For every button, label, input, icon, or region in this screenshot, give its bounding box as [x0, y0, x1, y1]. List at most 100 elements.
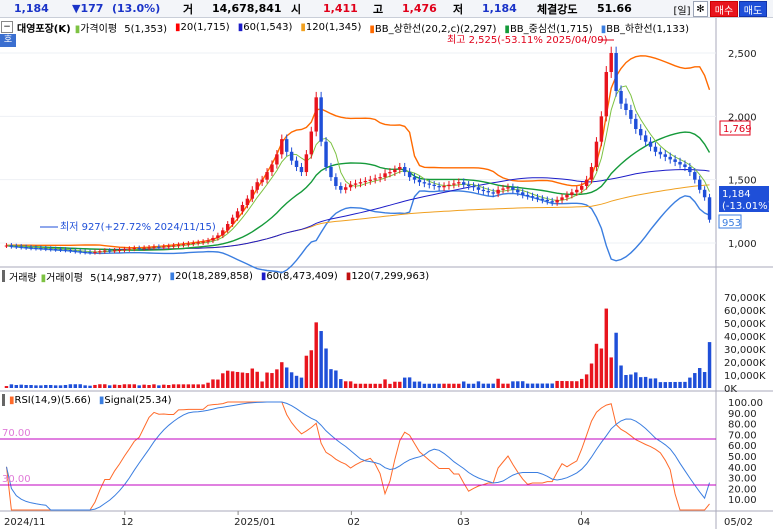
bb-low-tag: 953	[722, 218, 741, 229]
candle-body	[368, 179, 373, 181]
candle-body	[211, 237, 215, 241]
volume-bar	[255, 371, 259, 388]
rsi-level-70-label: 70.00	[2, 428, 31, 439]
candle-body	[137, 248, 141, 250]
volume-bar	[697, 368, 702, 388]
volume-bar	[324, 348, 328, 388]
volume-tick-label: 60,000K	[724, 306, 766, 317]
volume-bar	[196, 384, 200, 388]
volume-tick-label: 20,000K	[724, 358, 766, 369]
candle-body	[363, 180, 368, 183]
candle-body	[4, 245, 9, 247]
volume-bar	[44, 384, 48, 388]
candle-body	[265, 172, 269, 180]
candle-body	[653, 146, 658, 152]
rsi-tick-label: 20.00	[728, 484, 757, 495]
candle-body	[619, 91, 623, 104]
candle-body	[319, 97, 323, 142]
volume-bar	[68, 384, 73, 388]
candle-body	[614, 53, 618, 91]
volume-bar	[166, 385, 171, 388]
volume-bar	[181, 384, 186, 388]
candle-body	[629, 110, 633, 119]
volume-bar	[520, 381, 525, 388]
candle-body	[19, 246, 23, 248]
volume-tick-label: 70,000K	[724, 293, 766, 304]
candle-body	[648, 141, 653, 147]
volume-bar	[137, 385, 141, 388]
volume-bar	[506, 383, 510, 388]
candle-body	[584, 179, 589, 186]
volume-tick-label: 10,000K	[724, 371, 766, 382]
candle-body	[245, 198, 250, 205]
volume-bar	[693, 373, 697, 388]
candle-body	[407, 172, 412, 178]
volume-bar	[176, 384, 181, 388]
high-annotation: 최고 2,525(-53.11% 2025/04/09)	[447, 34, 608, 46]
candle-body	[9, 245, 14, 247]
volume-bar	[634, 372, 638, 388]
volume-bar	[511, 381, 515, 388]
candle-body	[663, 154, 668, 157]
volume-bar	[334, 370, 338, 388]
volume-bar	[683, 381, 687, 388]
candle-body	[48, 248, 53, 250]
candle-body	[702, 189, 707, 198]
candle-body	[206, 240, 210, 242]
volume-bar	[240, 372, 245, 388]
volume-bar	[63, 384, 68, 388]
volume-bar	[230, 371, 235, 388]
volume-tick-label: 40,000K	[724, 332, 766, 343]
volume-bar	[358, 383, 363, 388]
candle-body	[358, 182, 363, 184]
volume-bar	[157, 385, 161, 388]
volume-bar	[343, 381, 348, 388]
candle-body	[339, 186, 343, 190]
volume-bar	[461, 381, 466, 388]
volume-bar	[284, 367, 289, 388]
volume-bar	[393, 381, 397, 388]
candle-body	[127, 248, 132, 250]
candle-body	[270, 164, 274, 173]
volume-bar	[565, 381, 569, 388]
candle-body	[299, 167, 304, 173]
candle-body	[98, 251, 102, 253]
candle-body	[117, 249, 122, 251]
volume-bar	[93, 384, 97, 388]
volume-bar	[245, 373, 250, 388]
volume-bar	[24, 385, 28, 388]
stock-chart[interactable]: 2,5002,0001,5001,0002024/11 12 2025/01 02 03…	[0, 0, 773, 529]
candle-body	[343, 187, 348, 190]
volume-bar	[663, 382, 668, 388]
volume-bar	[103, 384, 107, 388]
volume-bar	[48, 384, 53, 388]
volume-bar	[432, 383, 436, 388]
candle-body	[658, 151, 663, 155]
candle-body	[334, 177, 338, 186]
candle-body	[496, 189, 500, 194]
candle-body	[447, 184, 451, 186]
candle-body	[683, 164, 687, 167]
volume-bar	[147, 384, 151, 388]
candle-body	[58, 249, 63, 251]
candle-body	[221, 230, 225, 236]
volume-tick-label: 50,000K	[724, 319, 766, 330]
rsi-tick-label: 30.00	[728, 474, 757, 485]
candle-body	[402, 167, 407, 173]
volume-bar	[83, 385, 87, 388]
volume-bar	[260, 381, 264, 388]
candle-body	[693, 172, 697, 180]
candle-body	[250, 189, 255, 199]
volume-bar	[152, 384, 156, 388]
volume-bar	[29, 384, 33, 388]
volume-bar	[471, 383, 476, 388]
candle-body	[103, 250, 107, 252]
volume-bar	[491, 383, 495, 388]
volume-bar	[304, 355, 309, 388]
candle-body	[457, 182, 461, 184]
candle-body	[624, 103, 628, 110]
volume-bar	[201, 384, 205, 388]
candle-body	[280, 139, 284, 155]
volume-tick-label: 30,000K	[724, 345, 766, 356]
volume-bar	[447, 383, 451, 388]
